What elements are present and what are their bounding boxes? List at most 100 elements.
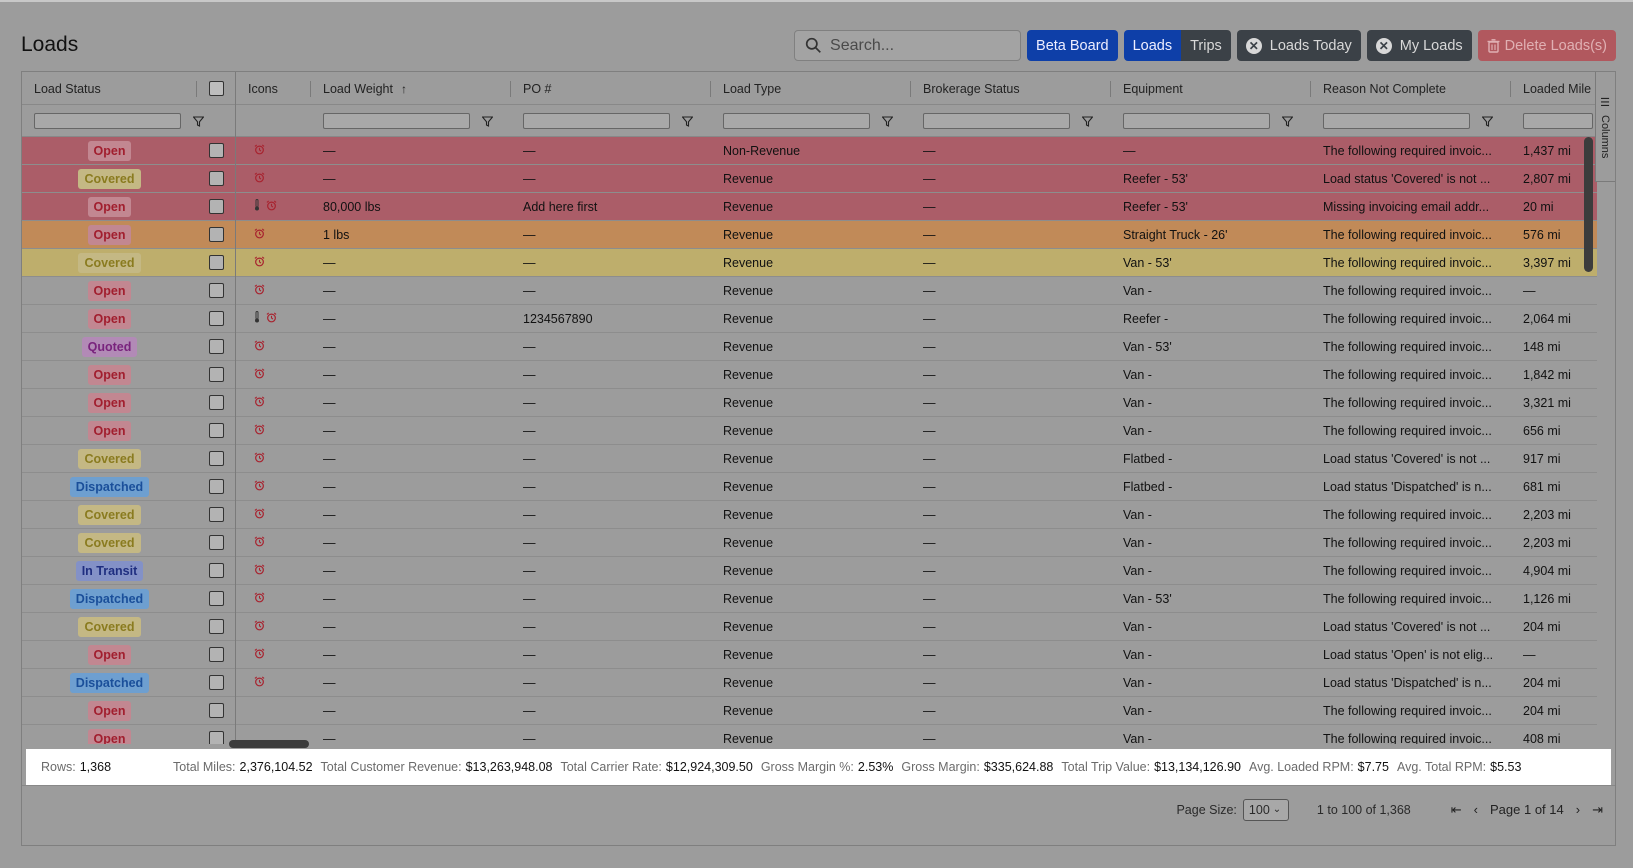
table-row[interactable]: Open — — Revenue — Van - The following require… — [22, 276, 1597, 305]
filter-icon[interactable] — [1482, 115, 1493, 127]
alarm-clock-icon[interactable] — [254, 451, 265, 466]
alarm-clock-icon[interactable] — [254, 395, 265, 410]
row-checkbox[interactable] — [208, 227, 224, 242]
delete-loads-button[interactable]: Delete Loads(s) — [1477, 30, 1616, 61]
table-row[interactable]: Covered — — Revenue — Van - The following requ… — [22, 528, 1597, 557]
search-input[interactable] — [830, 36, 1011, 55]
trips-tab[interactable]: Trips — [1181, 30, 1231, 61]
col-load-type[interactable]: Load Type — [711, 72, 911, 105]
row-checkbox[interactable] — [208, 619, 224, 634]
alarm-clock-icon[interactable] — [254, 647, 265, 662]
table-row[interactable]: Covered — — Revenue — Van - 53' The following … — [22, 248, 1597, 277]
filter-icon[interactable] — [882, 115, 893, 127]
page-size-select[interactable]: 100 ⌄ — [1242, 798, 1289, 821]
table-row[interactable]: Open 80,000 lbs Add here first Revenue — Reef… — [22, 192, 1597, 221]
table-row[interactable]: Dispatched — — Revenue — Van - 53' The followi… — [22, 584, 1597, 613]
row-checkbox[interactable] — [208, 367, 224, 382]
search-box[interactable] — [794, 30, 1022, 61]
row-checkbox[interactable] — [208, 199, 224, 214]
alarm-clock-icon[interactable] — [266, 199, 277, 214]
alarm-clock-icon[interactable] — [254, 143, 265, 158]
row-checkbox[interactable] — [208, 731, 224, 744]
row-checkbox[interactable] — [208, 675, 224, 690]
col-po[interactable]: PO # — [511, 72, 711, 105]
vertical-scrollbar[interactable] — [1584, 137, 1593, 272]
col-load-status[interactable]: Load Status — [22, 72, 197, 105]
alarm-clock-icon[interactable] — [254, 423, 265, 438]
table-row[interactable]: Open 1 lbs — Revenue — Straight Truck - 26' Th… — [22, 220, 1597, 249]
row-checkbox[interactable] — [208, 563, 224, 578]
column-filter-input[interactable] — [1323, 113, 1470, 129]
table-row[interactable]: Covered — — Revenue — Reefer - 53' Load status… — [22, 164, 1597, 193]
row-checkbox[interactable] — [208, 507, 224, 522]
row-checkbox[interactable] — [208, 311, 224, 326]
row-checkbox[interactable] — [208, 423, 224, 438]
loads-today-filter[interactable]: ✕ Loads Today — [1236, 30, 1361, 61]
filter-icon[interactable] — [482, 115, 493, 127]
first-page-icon[interactable]: ⇤ — [1451, 802, 1462, 818]
table-row[interactable]: Dispatched — — Revenue — Flatbed - Load status… — [22, 472, 1597, 501]
table-row[interactable]: Covered — — Revenue — Flatbed - Load status 'C… — [22, 444, 1597, 473]
col-reason-not-complete[interactable]: Reason Not Complete — [1311, 72, 1511, 105]
table-row[interactable]: Open — — Non-Revenue — — The following require… — [22, 137, 1597, 165]
beta-board-button[interactable]: Beta Board — [1027, 30, 1118, 61]
row-checkbox[interactable] — [208, 535, 224, 550]
next-page-icon[interactable]: › — [1576, 802, 1580, 817]
close-icon[interactable]: ✕ — [1245, 37, 1262, 54]
select-all-checkbox[interactable] — [208, 81, 224, 96]
columns-panel-toggle[interactable]: ☰ Columns — [1595, 72, 1615, 182]
alarm-clock-icon[interactable] — [254, 171, 265, 186]
column-filter-input[interactable] — [323, 113, 470, 129]
alarm-clock-icon[interactable] — [254, 675, 265, 690]
horizontal-scrollbar[interactable] — [229, 740, 309, 748]
row-checkbox[interactable] — [208, 451, 224, 466]
thermometer-icon[interactable] — [254, 199, 260, 214]
alarm-clock-icon[interactable] — [254, 619, 265, 634]
alarm-clock-icon[interactable] — [254, 367, 265, 382]
row-checkbox[interactable] — [208, 255, 224, 270]
row-checkbox[interactable] — [208, 395, 224, 410]
column-filter-input[interactable] — [34, 113, 181, 129]
row-checkbox[interactable] — [208, 647, 224, 662]
table-row[interactable]: Open — 1234567890 Revenue — Reefer - The follo… — [22, 304, 1597, 333]
table-row[interactable]: Covered — — Revenue — Van - Load status 'Cover… — [22, 612, 1597, 641]
column-filter-input[interactable] — [723, 113, 870, 129]
table-row[interactable]: Quoted — — Revenue — Van - 53' The following r… — [22, 332, 1597, 361]
column-filter-input[interactable] — [1523, 113, 1593, 129]
table-row[interactable]: Open — — Revenue — Van - Load status 'Open' is… — [22, 640, 1597, 669]
prev-page-icon[interactable]: ‹ — [1474, 802, 1478, 817]
table-row[interactable]: Open — — Revenue — Van - The following require… — [22, 388, 1597, 417]
alarm-clock-icon[interactable] — [254, 563, 265, 578]
row-checkbox[interactable] — [208, 479, 224, 494]
filter-icon[interactable] — [682, 115, 693, 127]
alarm-clock-icon[interactable] — [254, 535, 265, 550]
row-checkbox[interactable] — [208, 283, 224, 298]
alarm-clock-icon[interactable] — [266, 311, 277, 326]
alarm-clock-icon[interactable] — [254, 591, 265, 606]
table-row[interactable]: Open — — Revenue — Van - The following require… — [22, 360, 1597, 389]
alarm-clock-icon[interactable] — [254, 479, 265, 494]
alarm-clock-icon[interactable] — [254, 283, 265, 298]
table-row[interactable]: In Transit — — Revenue — Van - The following r… — [22, 556, 1597, 585]
table-row[interactable]: Covered — — Revenue — Van - The following requ… — [22, 500, 1597, 529]
last-page-icon[interactable]: ⇥ — [1592, 802, 1603, 818]
column-filter-input[interactable] — [1123, 113, 1270, 129]
col-equipment[interactable]: Equipment — [1111, 72, 1311, 105]
row-checkbox[interactable] — [208, 171, 224, 186]
column-filter-input[interactable] — [923, 113, 1070, 129]
col-brokerage-status[interactable]: Brokerage Status — [911, 72, 1111, 105]
alarm-clock-icon[interactable] — [254, 255, 265, 270]
loads-tab[interactable]: Loads — [1123, 30, 1182, 61]
row-checkbox[interactable] — [208, 339, 224, 354]
close-icon[interactable]: ✕ — [1375, 37, 1392, 54]
my-loads-filter[interactable]: ✕ My Loads — [1366, 30, 1472, 61]
col-load-weight[interactable]: Load Weight ↑ — [311, 72, 511, 105]
thermometer-icon[interactable] — [254, 311, 260, 326]
col-icons[interactable]: Icons — [236, 72, 311, 105]
alarm-clock-icon[interactable] — [254, 507, 265, 522]
table-row[interactable]: Dispatched — — Revenue — Van - Load status 'Di… — [22, 668, 1597, 697]
filter-icon[interactable] — [1282, 115, 1293, 127]
columns-panel[interactable]: ☰ Columns — [1595, 88, 1615, 178]
alarm-clock-icon[interactable] — [254, 227, 265, 242]
table-row[interactable]: Open — — Revenue — Van - The following require… — [22, 416, 1597, 445]
